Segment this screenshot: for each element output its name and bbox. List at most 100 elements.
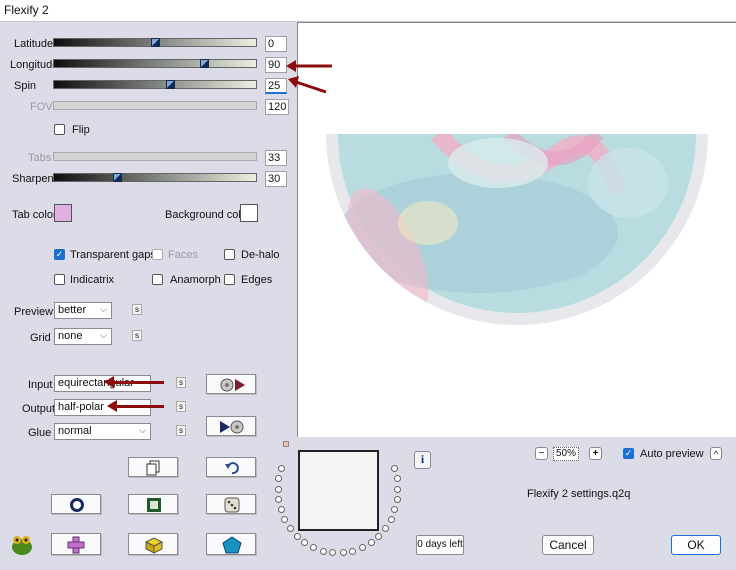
grid-select[interactable]: none ⌵	[54, 328, 112, 345]
preset-dot[interactable]	[393, 475, 401, 483]
flip-label: Flip	[72, 124, 90, 136]
preset-dot[interactable]	[293, 532, 301, 540]
sharpen-value[interactable]: 30	[265, 171, 287, 187]
latitude-value[interactable]: 0	[265, 36, 287, 52]
zoom-out-button[interactable]: −	[535, 447, 548, 460]
auto-preview-checkbox[interactable]: ✓	[623, 448, 634, 459]
preset-dot[interactable]	[274, 485, 282, 493]
preset-dot[interactable]	[393, 496, 401, 504]
load-input-button[interactable]	[206, 374, 256, 394]
preset-dot[interactable]	[277, 506, 285, 514]
transparent-gaps-label: Transparent gaps	[70, 249, 156, 261]
cross-button[interactable]	[51, 533, 101, 555]
glue-label: Glue	[28, 427, 52, 439]
transparent-gaps-checkbox[interactable]: ✓	[54, 249, 65, 260]
sharpen-label: Sharpen	[12, 173, 54, 185]
preset-dot[interactable]	[375, 532, 383, 540]
output-s-button[interactable]: s	[176, 401, 186, 412]
preview-s-button[interactable]: s	[132, 304, 142, 315]
thumbnail-preview[interactable]	[298, 450, 379, 531]
ring-button[interactable]	[51, 494, 101, 514]
preset-dot[interactable]	[339, 549, 347, 557]
handle-marker[interactable]	[283, 441, 289, 447]
zoom-level[interactable]: 50%	[553, 447, 579, 461]
latitude-slider[interactable]	[53, 38, 257, 47]
red-arrow-annotations	[286, 60, 332, 94]
preset-dot[interactable]	[275, 496, 283, 504]
faces-label: Faces	[168, 249, 198, 261]
preset-dot[interactable]	[394, 485, 402, 493]
trial-days-left: 0 days left	[416, 535, 464, 555]
grid-s-button[interactable]: s	[132, 330, 142, 341]
flip-checkbox[interactable]	[54, 124, 65, 135]
undo-button[interactable]	[206, 457, 256, 477]
edges-label: Edges	[241, 274, 273, 286]
preset-dot[interactable]	[286, 524, 294, 532]
preview-select[interactable]: better ⌵	[54, 302, 112, 319]
spin-slider[interactable]	[53, 80, 257, 89]
chevron-down-icon: ⌵	[139, 425, 146, 435]
preset-dot[interactable]	[281, 515, 289, 523]
edges-checkbox[interactable]	[224, 274, 235, 285]
de-halo-checkbox[interactable]	[224, 249, 235, 260]
copy-button[interactable]	[128, 457, 178, 477]
longitude-thumb[interactable]	[200, 59, 209, 68]
longitude-slider[interactable]	[53, 59, 257, 68]
indicatrix-checkbox[interactable]	[54, 274, 65, 285]
tabs-value[interactable]: 33	[265, 150, 287, 166]
cancel-button[interactable]: Cancel	[542, 535, 594, 555]
save-output-button[interactable]	[206, 416, 256, 436]
preset-dot[interactable]	[387, 515, 395, 523]
preset-dot[interactable]	[278, 464, 286, 472]
play-disc-icon	[220, 420, 244, 434]
settings-file-name: Flexify 2 settings.q2q	[527, 488, 631, 500]
cube-button[interactable]	[128, 533, 178, 555]
fov-value[interactable]: 120	[265, 99, 289, 115]
grid-select-value: none	[58, 330, 83, 342]
ok-button[interactable]: OK	[671, 535, 721, 555]
input-s-button[interactable]: s	[176, 377, 186, 388]
glue-s-button[interactable]: s	[176, 425, 186, 436]
preview-canvas[interactable]	[297, 22, 736, 437]
preset-dot[interactable]	[275, 475, 283, 483]
glue-select[interactable]: normal ⌵	[54, 423, 151, 440]
arrow-head-icon	[104, 376, 114, 388]
tab-color-swatch[interactable]	[54, 204, 72, 222]
preset-dot[interactable]	[319, 547, 327, 555]
zoom-in-button[interactable]: +	[589, 447, 602, 460]
preset-dot[interactable]	[301, 539, 309, 547]
preset-dot[interactable]	[310, 544, 318, 552]
preset-dot[interactable]	[391, 506, 399, 514]
pentagon-icon	[222, 536, 242, 554]
frame-icon	[147, 498, 161, 512]
faces-checkbox[interactable]	[152, 249, 163, 260]
half-polar-preview-image	[326, 134, 708, 325]
fov-label: FOV	[30, 101, 53, 113]
tabs-slider[interactable]	[53, 152, 257, 161]
sharpen-thumb[interactable]	[113, 173, 122, 182]
sharpen-slider[interactable]	[53, 173, 257, 182]
cube-icon	[144, 537, 164, 554]
indicatrix-label: Indicatrix	[70, 274, 115, 286]
red-arrow-annotation	[112, 381, 164, 384]
preset-dot[interactable]	[382, 524, 390, 532]
frame-button[interactable]	[128, 494, 178, 514]
window-title: Flexify 2	[4, 3, 49, 17]
preset-dot[interactable]	[390, 464, 398, 472]
background-color-swatch[interactable]	[240, 204, 258, 222]
polyhedron-button[interactable]	[206, 533, 256, 555]
anamorph-checkbox[interactable]	[152, 274, 163, 285]
collapse-button[interactable]: ^	[710, 447, 722, 460]
frog-logo-icon	[12, 536, 32, 555]
preset-dot[interactable]	[367, 539, 375, 547]
preset-dot[interactable]	[349, 547, 357, 555]
latitude-thumb[interactable]	[151, 38, 160, 47]
random-button[interactable]	[206, 494, 256, 514]
preset-dot[interactable]	[358, 544, 366, 552]
fov-slider[interactable]	[53, 101, 257, 110]
spin-thumb[interactable]	[166, 80, 175, 89]
info-button[interactable]: i	[414, 451, 431, 469]
glue-select-value: normal	[58, 425, 92, 437]
preset-dot[interactable]	[329, 549, 337, 557]
red-arrow-annotation	[116, 405, 164, 408]
